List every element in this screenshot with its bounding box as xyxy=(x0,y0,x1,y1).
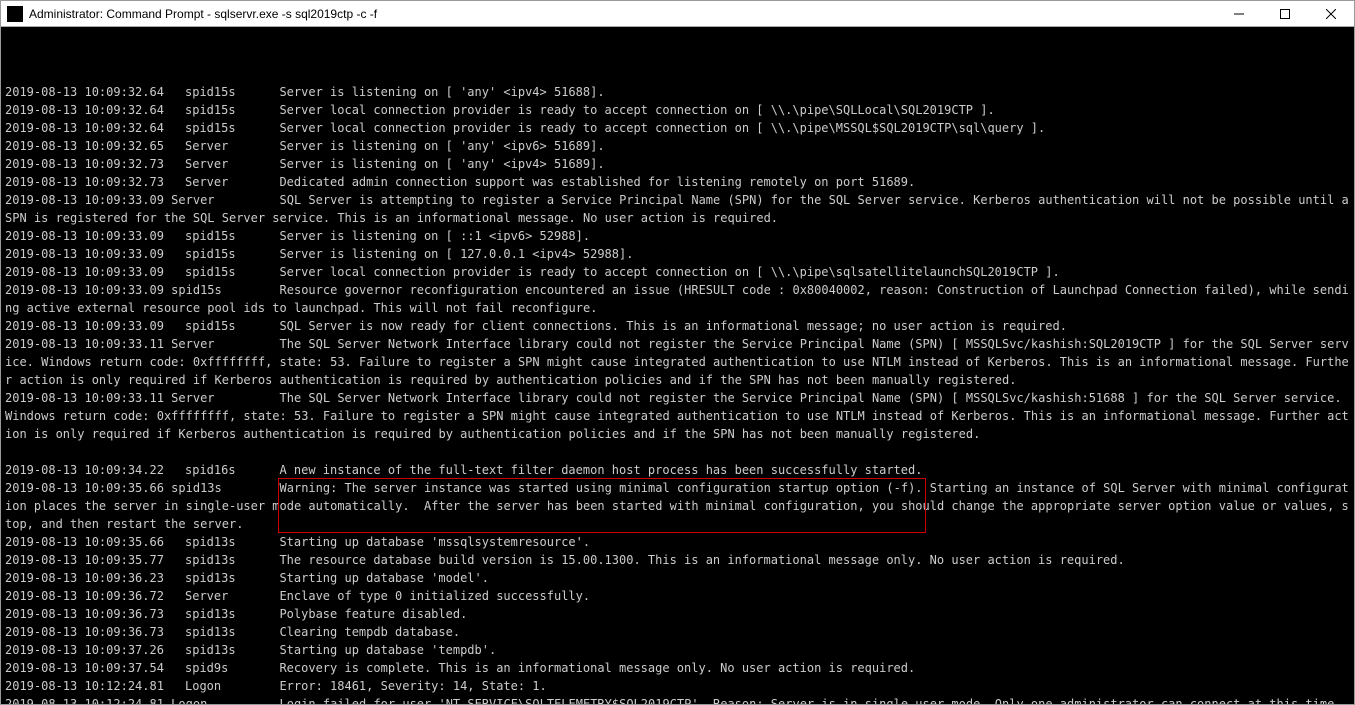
log-line: 2019-08-13 10:09:33.09 spid15s Resource … xyxy=(5,281,1350,317)
log-timestamp: 2019-08-13 10:09:32.73 xyxy=(5,155,185,173)
log-message: Server is listening on [ 127.0.0.1 <ipv4… xyxy=(265,247,633,261)
log-timestamp: 2019-08-13 10:09:34.22 xyxy=(5,461,185,479)
log-source: spid13s xyxy=(185,605,265,623)
log-message: Enclave of type 0 initialized successful… xyxy=(265,589,590,603)
log-message: Server local connection provider is read… xyxy=(265,121,1045,135)
log-line: 2019-08-13 10:09:35.66spid13s Starting u… xyxy=(5,533,1350,551)
log-message: Server is listening on [ 'any' <ipv4> 51… xyxy=(265,157,605,171)
log-line: 2019-08-13 10:09:33.09spid15s Server is … xyxy=(5,245,1350,263)
log-source: spid15s xyxy=(185,227,265,245)
log-message: Dedicated admin connection support was e… xyxy=(265,175,915,189)
log-message: SQL Server is now ready for client conne… xyxy=(265,319,1067,333)
log-line: 2019-08-13 10:09:34.22spid16s A new inst… xyxy=(5,461,1350,479)
log-timestamp: 2019-08-13 10:09:36.23 xyxy=(5,569,185,587)
log-source: spid13s xyxy=(185,551,265,569)
log-timestamp: 2019-08-13 10:09:32.73 xyxy=(5,173,185,191)
log-timestamp: 2019-08-13 10:09:33.09 xyxy=(5,227,185,245)
command-prompt-window: Administrator: Command Prompt - sqlservr… xyxy=(0,0,1355,705)
log-source: spid15s xyxy=(185,119,265,137)
log-timestamp: 2019-08-13 10:09:35.77 xyxy=(5,551,185,569)
log-message: Server is listening on [ 'any' <ipv6> 51… xyxy=(265,139,605,153)
close-button[interactable] xyxy=(1308,1,1354,27)
log-line: 2019-08-13 10:09:33.09spid15s Server loc… xyxy=(5,263,1350,281)
log-source: spid15s xyxy=(185,245,265,263)
log-timestamp: 2019-08-13 10:09:35.66 xyxy=(5,533,185,551)
log-source: spid13s xyxy=(185,623,265,641)
log-timestamp: 2019-08-13 10:09:32.64 xyxy=(5,101,185,119)
log-source: spid15s xyxy=(185,263,265,281)
cmd-icon xyxy=(7,6,23,22)
log-source: spid15s xyxy=(185,101,265,119)
log-source: spid13s xyxy=(185,641,265,659)
log-source: Server xyxy=(185,173,265,191)
log-message: The resource database build version is 1… xyxy=(265,553,1125,567)
log-line: 2019-08-13 10:09:32.64spid15s Server loc… xyxy=(5,119,1350,137)
log-source: Server xyxy=(185,587,265,605)
log-timestamp: 2019-08-13 10:12:24.81 xyxy=(5,677,185,695)
log-line: 2019-08-13 10:09:32.64spid15s Server loc… xyxy=(5,101,1350,119)
log-timestamp: 2019-08-13 10:09:33.09 xyxy=(5,245,185,263)
log-source: spid15s xyxy=(185,317,265,335)
log-source: spid13s xyxy=(185,569,265,587)
log-line: 2019-08-13 10:09:32.73Server Server is l… xyxy=(5,155,1350,173)
log-timestamp: 2019-08-13 10:09:36.73 xyxy=(5,605,185,623)
minimize-button[interactable] xyxy=(1216,1,1262,27)
log-source: Server xyxy=(185,155,265,173)
log-source: spid13s xyxy=(185,533,265,551)
log-message: Server is listening on [ 'any' <ipv4> 51… xyxy=(265,85,605,99)
log-timestamp: 2019-08-13 10:09:37.26 xyxy=(5,641,185,659)
log-timestamp: 2019-08-13 10:09:32.64 xyxy=(5,119,185,137)
log-message: Server is listening on [ ::1 <ipv6> 5298… xyxy=(265,229,590,243)
log-line: 2019-08-13 10:09:37.26spid13s Starting u… xyxy=(5,641,1350,659)
log-timestamp: 2019-08-13 10:09:33.09 xyxy=(5,317,185,335)
log-line: 2019-08-13 10:09:33.09spid15s SQL Server… xyxy=(5,317,1350,335)
log-source: spid15s xyxy=(185,83,265,101)
window-title: Administrator: Command Prompt - sqlservr… xyxy=(29,7,377,21)
log-timestamp: 2019-08-13 10:09:33.09 xyxy=(5,263,185,281)
log-line: 2019-08-13 10:09:36.73spid13s Polybase f… xyxy=(5,605,1350,623)
log-timestamp: 2019-08-13 10:09:37.54 xyxy=(5,659,185,677)
log-message: Clearing tempdb database. xyxy=(265,625,460,639)
console-output[interactable]: 2019-08-13 10:09:32.64spid15s Server is … xyxy=(1,27,1354,704)
log-line: 2019-08-13 10:12:24.81 Logon Login faile… xyxy=(5,695,1350,704)
log-timestamp: 2019-08-13 10:09:32.64 xyxy=(5,83,185,101)
log-timestamp: 2019-08-13 10:09:32.65 xyxy=(5,137,185,155)
log-line: 2019-08-13 10:09:32.73Server Dedicated a… xyxy=(5,173,1350,191)
log-message: Server local connection provider is read… xyxy=(265,265,1060,279)
maximize-button[interactable] xyxy=(1262,1,1308,27)
log-message: Starting up database 'model'. xyxy=(265,571,489,585)
log-line: 2019-08-13 10:09:33.09 Server SQL Server… xyxy=(5,191,1350,227)
log-line: 2019-08-13 10:09:33.11 Server The SQL Se… xyxy=(5,389,1350,443)
log-line: 2019-08-13 10:09:36.72Server Enclave of … xyxy=(5,587,1350,605)
log-line: 2019-08-13 10:09:36.23spid13s Starting u… xyxy=(5,569,1350,587)
log-message: Error: 18461, Severity: 14, State: 1. xyxy=(265,679,547,693)
log-message: Polybase feature disabled. xyxy=(265,607,467,621)
log-line: 2019-08-13 10:12:24.81Logon Error: 18461… xyxy=(5,677,1350,695)
log-line: 2019-08-13 10:09:33.09spid15s Server is … xyxy=(5,227,1350,245)
log-line: 2019-08-13 10:09:32.65Server Server is l… xyxy=(5,137,1350,155)
log-message: Starting up database 'tempdb'. xyxy=(265,643,496,657)
log-timestamp: 2019-08-13 10:09:36.72 xyxy=(5,587,185,605)
log-line: 2019-08-13 10:09:36.73spid13s Clearing t… xyxy=(5,623,1350,641)
log-source: Logon xyxy=(185,677,265,695)
log-line: 2019-08-13 10:09:35.66 spid13s Warning: … xyxy=(5,479,1350,533)
log-source: spid9s xyxy=(185,659,265,677)
log-source: spid16s xyxy=(185,461,265,479)
log-message: Server local connection provider is read… xyxy=(265,103,995,117)
log-source: Server xyxy=(185,137,265,155)
log-line: 2019-08-13 10:09:33.11 Server The SQL Se… xyxy=(5,335,1350,389)
log-line: 2019-08-13 10:09:37.54spid9s Recovery is… xyxy=(5,659,1350,677)
blank-line xyxy=(5,443,1350,461)
titlebar[interactable]: Administrator: Command Prompt - sqlservr… xyxy=(1,1,1354,27)
log-timestamp: 2019-08-13 10:09:36.73 xyxy=(5,623,185,641)
log-message: Recovery is complete. This is an informa… xyxy=(265,661,915,675)
log-message: A new instance of the full-text filter d… xyxy=(265,463,922,477)
log-line: 2019-08-13 10:09:35.77spid13s The resour… xyxy=(5,551,1350,569)
log-message: Starting up database 'mssqlsystemresourc… xyxy=(265,535,590,549)
log-line: 2019-08-13 10:09:32.64spid15s Server is … xyxy=(5,83,1350,101)
